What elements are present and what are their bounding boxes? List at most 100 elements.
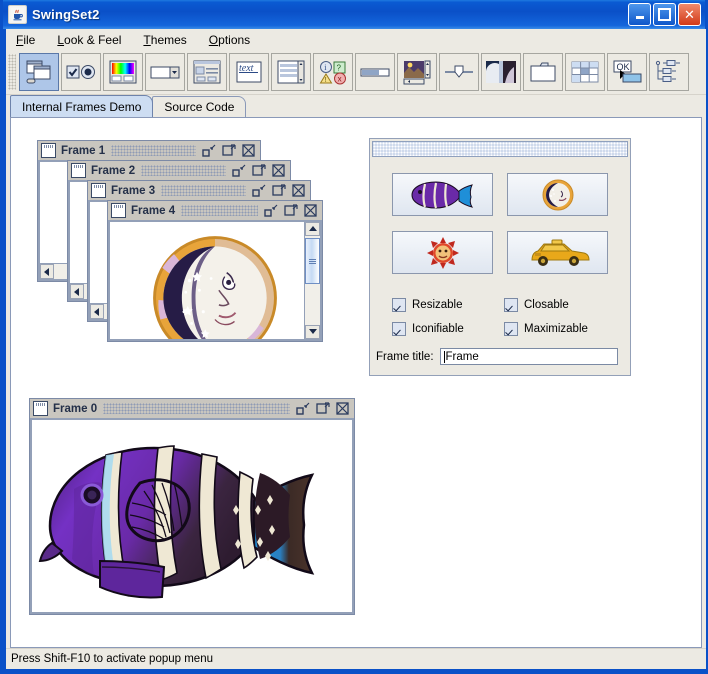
splitpane-demo-button[interactable]	[481, 53, 521, 91]
close-icon[interactable]	[292, 184, 306, 197]
text-caret	[443, 350, 445, 363]
scroll-thumb[interactable]	[305, 238, 320, 285]
frame-content	[109, 221, 321, 340]
scroll-left-arrow[interactable]	[70, 284, 84, 299]
palette-title-bar[interactable]	[372, 141, 628, 157]
frame-option-checkboxes: Resizable Closable Iconifiable Maximizab…	[370, 280, 630, 340]
close-icon[interactable]	[272, 164, 286, 177]
palette-window[interactable]: Resizable Closable Iconifiable Maximizab…	[369, 138, 631, 376]
scroll-track[interactable]	[305, 236, 320, 325]
maximize-icon[interactable]	[316, 402, 330, 415]
maximize-icon[interactable]	[272, 184, 286, 197]
scroll-up-arrow[interactable]	[305, 222, 320, 236]
svg-text:x: x	[338, 75, 342, 84]
table-demo-button[interactable]	[565, 53, 605, 91]
iconify-icon[interactable]	[296, 402, 310, 415]
button-demo-button[interactable]	[61, 53, 101, 91]
tabbedpane-demo-button[interactable]	[523, 53, 563, 91]
checkbox-maximizable[interactable]: Maximizable	[504, 322, 608, 336]
internal-frame-0[interactable]: Frame 0	[29, 398, 355, 615]
iconify-icon[interactable]	[202, 144, 216, 157]
frame-title: Frame 1	[61, 144, 106, 157]
checkbox-checked-icon[interactable]	[504, 298, 518, 312]
combobox-demo-button[interactable]	[145, 53, 185, 91]
checkbox-checked-icon[interactable]	[392, 298, 406, 312]
window-title-bar: SwingSet2 ✕	[3, 0, 705, 29]
palette-image-buttons	[370, 159, 630, 280]
java-cup-icon	[8, 5, 27, 24]
minimize-button[interactable]	[628, 3, 651, 26]
sun-image-button[interactable]	[392, 231, 493, 274]
frame-title-filler	[141, 165, 226, 176]
frame-title-bar[interactable]: Frame 0	[30, 399, 354, 419]
menu-file[interactable]: File	[14, 31, 45, 49]
tab-source-code[interactable]: Source Code	[152, 96, 247, 117]
tab-bar: Internal Frames Demo Source Code	[6, 95, 706, 117]
html-demo-button[interactable]: text	[229, 53, 269, 91]
internal-frame-4[interactable]: Frame 4	[107, 200, 323, 342]
iconify-icon[interactable]	[264, 204, 278, 217]
list-demo-button[interactable]	[271, 53, 311, 91]
scroll-left-arrow[interactable]	[40, 264, 54, 279]
window-client-area: File Look & Feel Themes Options text i ?…	[6, 29, 706, 669]
close-button[interactable]: ✕	[678, 3, 701, 26]
maximize-icon[interactable]	[252, 164, 266, 177]
svg-text:?: ?	[337, 64, 342, 73]
frame-icon	[91, 183, 106, 198]
window-title: SwingSet2	[32, 7, 100, 22]
frame-title: Frame 4	[131, 204, 176, 217]
frame-title-bar[interactable]: Frame 3	[88, 181, 310, 201]
close-icon[interactable]	[242, 144, 256, 157]
frame-title-bar[interactable]: Frame 4	[108, 201, 322, 221]
progressbar-demo-button[interactable]	[355, 53, 395, 91]
frame-window-buttons	[252, 184, 308, 197]
checkbox-label: Closable	[524, 299, 569, 311]
vertical-scrollbar[interactable]	[304, 222, 320, 339]
scroll-down-arrow[interactable]	[305, 325, 320, 339]
optionpane-demo-button[interactable]: i ? ! x	[313, 53, 353, 91]
maximize-button[interactable]	[653, 3, 676, 26]
desktop-pane[interactable]: Frame 1 Frame 2 Frame 3 Frame 4 Frame 0 …	[10, 117, 702, 648]
frame-window-buttons	[296, 402, 352, 415]
scrollpane-demo-button[interactable]	[397, 53, 437, 91]
checkbox-resizable[interactable]: Resizable	[392, 298, 496, 312]
filechooser-demo-button[interactable]	[187, 53, 227, 91]
moon-image-button[interactable]	[507, 173, 608, 216]
scroll-left-arrow[interactable]	[90, 304, 104, 319]
close-icon[interactable]	[304, 204, 318, 217]
tab-internal-frames-demo[interactable]: Internal Frames Demo	[10, 95, 154, 117]
iconify-icon[interactable]	[252, 184, 266, 197]
tree-demo-button[interactable]	[649, 53, 689, 91]
menu-look-and-feel[interactable]: Look & Feel	[55, 31, 131, 49]
maximize-icon[interactable]	[222, 144, 236, 157]
frame-title-bar[interactable]: Frame 2	[68, 161, 290, 181]
frame-title: Frame 0	[53, 402, 98, 415]
colorchooser-demo-button[interactable]	[103, 53, 143, 91]
menu-themes[interactable]: Themes	[141, 31, 196, 49]
frame-title-filler	[181, 205, 258, 216]
tooltip-demo-button[interactable]: OK	[607, 53, 647, 91]
menu-options[interactable]: Options	[207, 31, 260, 49]
frame-title-bar[interactable]: Frame 1	[38, 141, 260, 161]
iconify-icon[interactable]	[232, 164, 246, 177]
checkbox-checked-icon[interactable]	[504, 322, 518, 336]
frame-content	[31, 419, 353, 613]
close-icon[interactable]	[336, 402, 350, 415]
fish-image-button[interactable]	[392, 173, 493, 216]
scroll-thumb-grip	[309, 259, 316, 265]
toolbar-drag-handle[interactable]	[8, 54, 16, 90]
application-window: SwingSet2 ✕ File Look & Feel Themes Opti…	[0, 0, 708, 674]
frame-title-filler	[161, 185, 246, 196]
cab-image-button[interactable]	[507, 231, 608, 274]
slider-demo-button[interactable]	[439, 53, 479, 91]
checkbox-closable[interactable]: Closable	[504, 298, 608, 312]
frame-title-input[interactable]: Frame	[439, 348, 618, 365]
window-controls: ✕	[628, 3, 701, 26]
moon-picture	[110, 222, 320, 339]
maximize-icon[interactable]	[284, 204, 298, 217]
checkbox-iconifiable[interactable]: Iconifiable	[392, 322, 496, 336]
internal-frames-demo-button[interactable]	[19, 53, 59, 91]
frame-title: Frame 3	[111, 184, 156, 197]
frame-title-label: Frame title:	[376, 350, 434, 363]
checkbox-checked-icon[interactable]	[392, 322, 406, 336]
